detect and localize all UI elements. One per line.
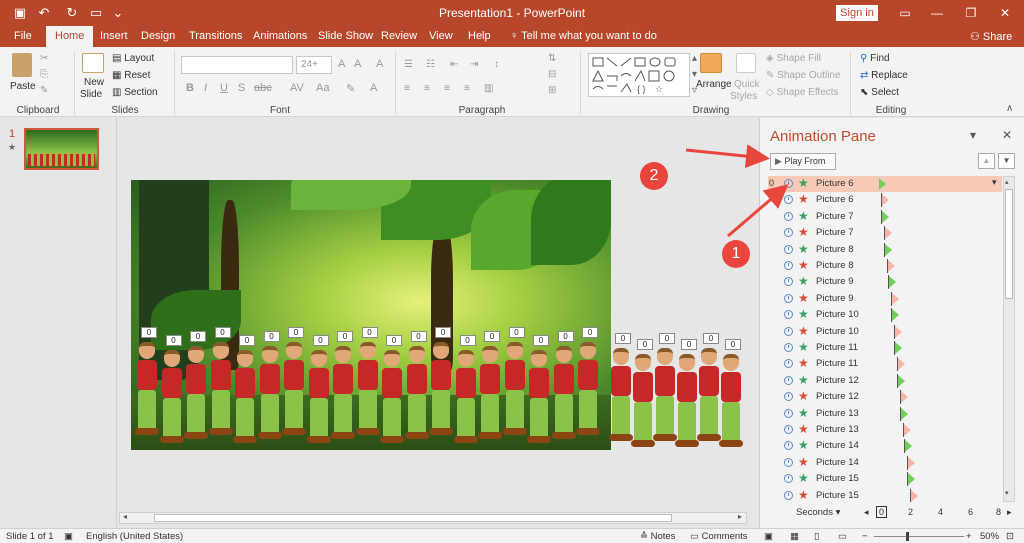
callout-circle-1: 1 bbox=[722, 240, 750, 268]
zoom-slider-thumb[interactable] bbox=[906, 532, 909, 541]
slide-sorter-icon[interactable]: ▦ bbox=[790, 531, 799, 542]
language-indicator[interactable]: English (United States) bbox=[86, 531, 183, 542]
arrow-to-play-from bbox=[685, 144, 770, 169]
comments-label: Comments bbox=[701, 531, 748, 542]
notes-button[interactable]: ≙ Notes bbox=[640, 531, 675, 542]
callout-arrows bbox=[685, 144, 789, 238]
comment-icon: ▭ bbox=[690, 531, 702, 542]
zoom-slider[interactable] bbox=[874, 536, 964, 537]
comments-button[interactable]: ▭ Comments bbox=[690, 531, 748, 542]
normal-view-icon[interactable]: ▣ bbox=[764, 531, 773, 542]
slide-count: Slide 1 of 1 bbox=[6, 531, 54, 542]
spellcheck-icon[interactable]: ▣ bbox=[64, 531, 73, 542]
slideshow-view-icon[interactable]: ▭ bbox=[838, 531, 847, 542]
zoom-in-icon[interactable]: + bbox=[966, 531, 972, 542]
status-bar: Slide 1 of 1 ▣ English (United States) ≙… bbox=[0, 528, 1024, 543]
reading-view-icon[interactable]: ▯ bbox=[814, 531, 819, 542]
callout-circle-2: 2 bbox=[640, 162, 668, 190]
notes-label: Notes bbox=[650, 531, 676, 542]
zoom-level[interactable]: 50% bbox=[980, 531, 999, 542]
zoom-out-icon[interactable]: − bbox=[862, 531, 868, 542]
notes-icon: ≙ bbox=[640, 531, 651, 542]
arrow-to-first-item bbox=[727, 184, 789, 238]
fit-slide-icon[interactable]: ⊡ bbox=[1006, 531, 1014, 542]
